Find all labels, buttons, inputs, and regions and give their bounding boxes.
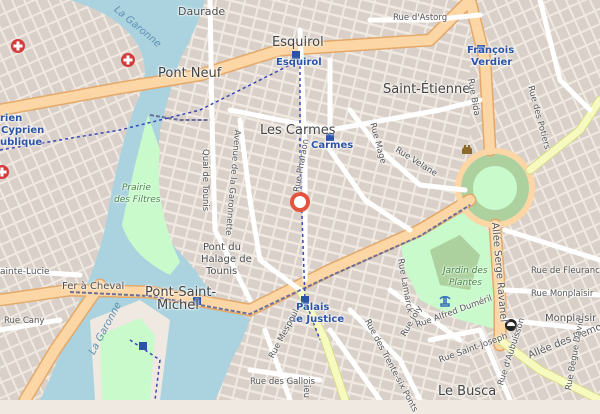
place-label-le-busca: Le Busca — [438, 384, 497, 399]
street-label-monplaisir: Monplaisir — [545, 313, 597, 324]
metro-label-francois-verdier: François — [467, 45, 515, 56]
metro-label-carmes: Carmes — [311, 140, 354, 151]
hospital-icon[interactable] — [10, 38, 26, 58]
metro-label-saint-cyprien: rien — [0, 113, 23, 124]
place-label-esquirol: Esquirol — [272, 35, 324, 50]
monument-icon[interactable] — [460, 141, 474, 160]
street-label-rue-eau: ieu — [301, 385, 311, 398]
hospital-icon[interactable] — [0, 164, 10, 184]
place-label-pont-halage-2: Halage de — [201, 254, 252, 265]
park-label-prairie-2: des Filtres — [114, 195, 161, 205]
metro-label-saint-cyprien-2: Cyprien — [1, 125, 45, 136]
metro-label-esquirol: Esquirol — [276, 57, 322, 68]
street-label-rue-astorg: Rue d'Astorg — [393, 13, 448, 23]
place-label-pont-saint-michel-2: Michel — [157, 298, 199, 313]
place-label-saint-etienne: Saint-Étienne — [383, 82, 471, 97]
park-label-jardin: Jardin des — [443, 266, 488, 276]
street-label-rue-cany: Rue Cany — [4, 316, 45, 326]
park-label-prairie: Prairie — [122, 183, 151, 193]
metro-station-icon[interactable] — [138, 336, 148, 355]
place-label-pont-halage: Pont du — [203, 242, 241, 253]
metro-label-francois-verdier-2: Verdier — [471, 57, 513, 68]
location-marker-icon[interactable] — [289, 191, 311, 217]
place-label-fer-a-cheval: Fer à Cheval — [62, 281, 125, 292]
place-label-daurade: Daurade — [178, 5, 226, 18]
place-label-les-carmes: Les Carmes — [260, 123, 336, 138]
street-label-rue-de-fleurance: Rue de Fleurance — [531, 266, 600, 276]
street-label-rue-sainte-lucie: ainte-Lucie — [0, 267, 50, 277]
place-label-pont-neuf: Pont Neuf — [158, 66, 222, 81]
grand-rond-inner — [473, 166, 517, 210]
place-label-pont-halage-3: Tounis — [206, 266, 238, 277]
hospital-icon[interactable] — [120, 52, 136, 72]
park-label-jardin-2: Plantes — [449, 278, 482, 288]
metro-label-saint-cyprien-3: ublique — [0, 137, 43, 148]
street-label-rue-monplaisir: Rue Monplaisir — [531, 289, 594, 299]
street-label-quai-tounis: Quai de Tounis — [200, 149, 210, 212]
